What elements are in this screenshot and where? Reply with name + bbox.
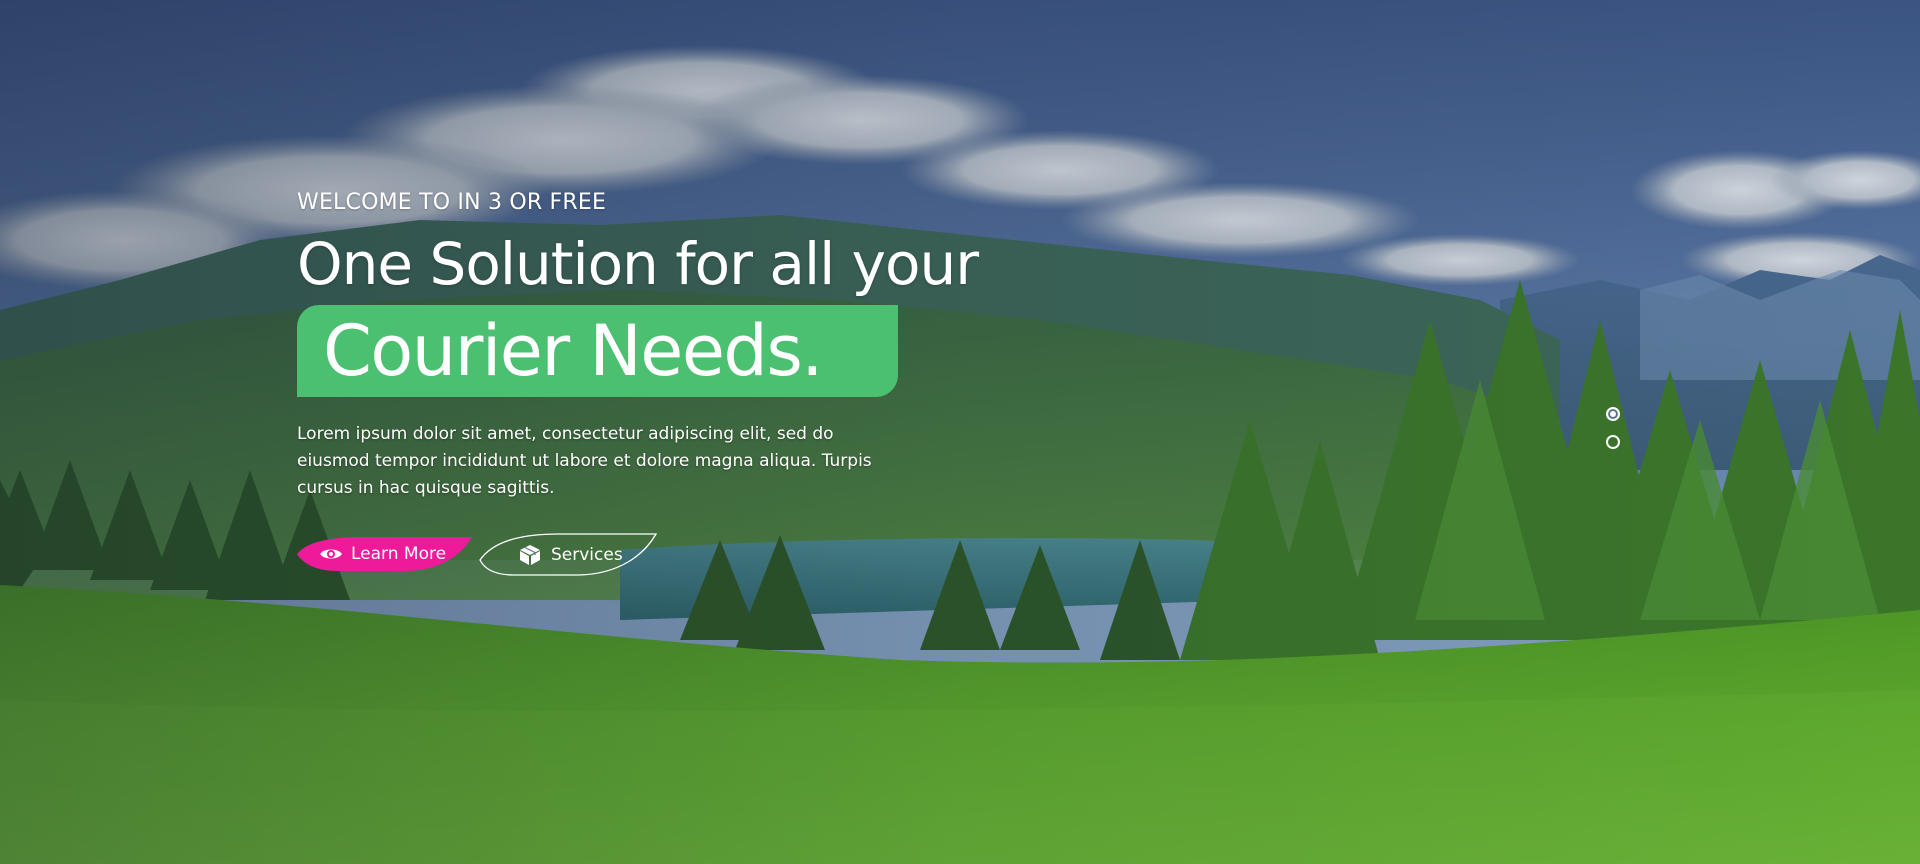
hero-section: WELCOME TO IN 3 OR FREE One Solution for… bbox=[0, 0, 1920, 864]
hero-description: Lorem ipsum dolor sit amet, consectetur … bbox=[297, 424, 872, 498]
slider-dot-1[interactable] bbox=[1606, 407, 1620, 421]
hero-headline: One Solution for all your bbox=[297, 230, 979, 298]
learn-more-label: Learn More bbox=[351, 544, 447, 564]
hero-actions: Learn More Services bbox=[297, 530, 1017, 578]
hero-content: WELCOME TO IN 3 OR FREE One Solution for… bbox=[297, 190, 1017, 578]
slider-pagination bbox=[1606, 407, 1620, 463]
services-label: Services bbox=[551, 545, 623, 565]
box-icon bbox=[520, 545, 540, 565]
hero-eyebrow: WELCOME TO IN 3 OR FREE bbox=[297, 190, 607, 215]
hero-highlight-text: Courier Needs. bbox=[323, 310, 824, 392]
hero-highlight: Courier Needs. bbox=[297, 305, 898, 397]
eye-icon bbox=[320, 549, 342, 559]
slider-dot-2[interactable] bbox=[1606, 435, 1620, 449]
learn-more-button[interactable]: Learn More bbox=[297, 534, 472, 574]
services-button[interactable]: Services bbox=[479, 530, 657, 578]
